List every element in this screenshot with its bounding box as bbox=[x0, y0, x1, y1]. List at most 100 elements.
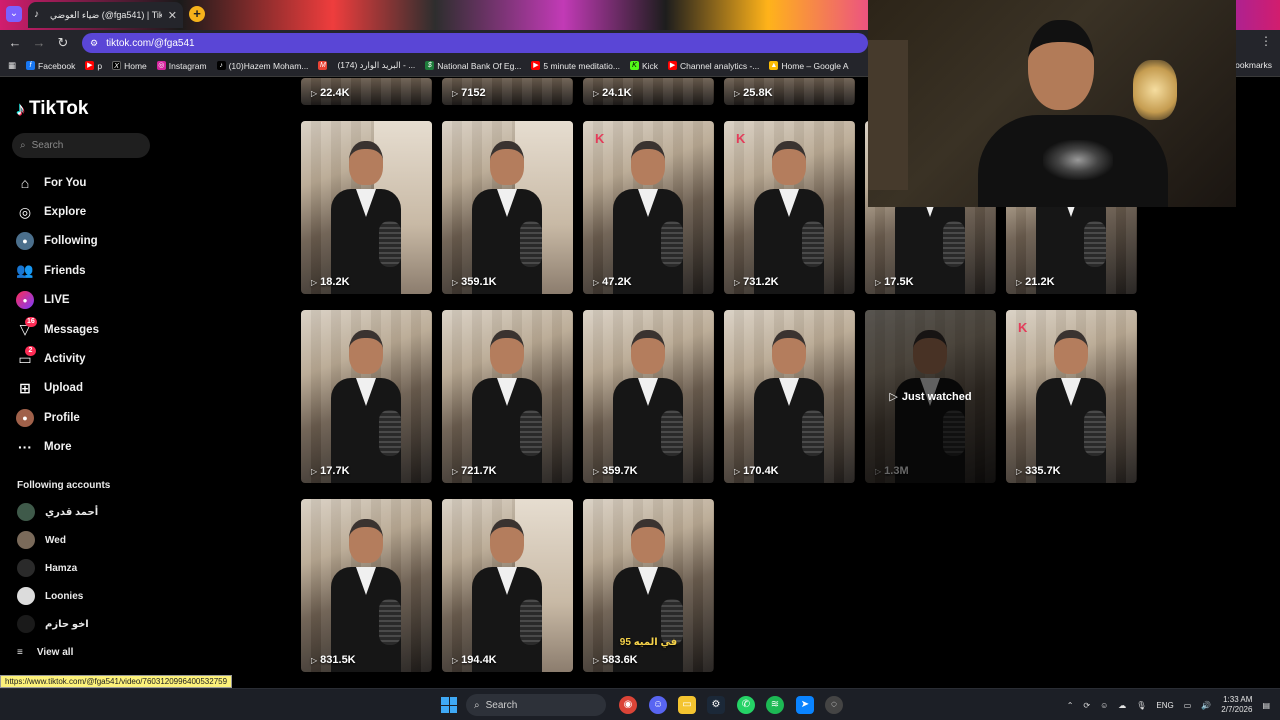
play-icon: ▷ bbox=[452, 655, 459, 665]
clock[interactable]: 1:33 AM 2/7/2026 bbox=[1221, 695, 1252, 715]
video-tile[interactable]: 95 في الميه ▷ 583.6K bbox=[583, 499, 714, 672]
bookmark-tiktok[interactable]: ♪ (10)Hazem Moham... bbox=[216, 61, 308, 71]
bookmark-x-home[interactable]: X Home bbox=[112, 61, 147, 71]
webcam-person-face bbox=[1028, 20, 1094, 110]
nav-upload[interactable]: ⊞ Upload bbox=[16, 374, 99, 403]
browser-menu-icon[interactable]: ⋮ bbox=[1240, 34, 1280, 52]
video-tile[interactable]: ▷ 194.4K bbox=[442, 499, 573, 672]
bookmark-label: Home bbox=[124, 60, 147, 71]
nav-for-you[interactable]: ⌂ For You bbox=[16, 168, 99, 197]
video-tile[interactable]: ▷ 18.2K bbox=[301, 121, 432, 294]
video-tile[interactable]: K ▷ 731.2K bbox=[724, 121, 855, 294]
search-input[interactable]: ⌕ Search bbox=[12, 133, 150, 158]
view-count: ▷ 335.7K bbox=[1016, 465, 1061, 477]
bookmark-google-ads[interactable]: ▲ Home – Google A bbox=[769, 61, 849, 71]
account-name: Loonies bbox=[45, 590, 84, 602]
nav-live[interactable]: ● LIVE bbox=[16, 286, 99, 315]
microphone bbox=[379, 599, 401, 645]
site-info-icon[interactable]: ⚙ bbox=[90, 38, 98, 49]
profile-icon: ● bbox=[16, 408, 34, 427]
network-icon[interactable]: ▭ bbox=[1184, 701, 1192, 710]
volume-icon[interactable]: 🔊 bbox=[1201, 701, 1211, 710]
cloud-icon[interactable]: ☁ bbox=[1118, 701, 1126, 710]
view-count: ▷ 25.8K bbox=[734, 87, 773, 99]
new-tab-button[interactable]: + bbox=[189, 6, 205, 22]
video-tile[interactable]: ▷ 24.1K bbox=[583, 78, 714, 105]
speaker-head bbox=[772, 330, 806, 374]
bookmark-instagram[interactable]: ◎ Instagram bbox=[156, 61, 207, 71]
play-icon: ▷ bbox=[311, 277, 318, 287]
speaker-head bbox=[631, 330, 665, 374]
whatsapp-icon[interactable]: ✆ bbox=[737, 696, 755, 714]
tab-switcher-icon[interactable]: ⌄ bbox=[6, 6, 22, 22]
telegram-icon[interactable]: ➤ bbox=[796, 696, 814, 714]
account-item[interactable]: Loonies bbox=[17, 582, 98, 610]
avatar bbox=[17, 615, 35, 633]
more-icon: ··· bbox=[18, 439, 32, 456]
discord-tray-icon[interactable]: ☺ bbox=[1100, 701, 1108, 710]
account-item[interactable]: أحمد قدري bbox=[17, 498, 98, 526]
reload-button[interactable]: ↻ bbox=[54, 34, 72, 52]
nav-more[interactable]: ··· More bbox=[16, 433, 99, 462]
discord-icon[interactable]: ☺ bbox=[649, 696, 667, 714]
forward-button[interactable]: → bbox=[30, 34, 48, 52]
back-button[interactable]: ← bbox=[6, 34, 24, 52]
tiktok-logo[interactable]: ♪ TikTok bbox=[16, 98, 88, 120]
bookmark-nbe[interactable]: $ National Bank Of Eg... bbox=[425, 61, 521, 71]
bookmark-channel-analytics[interactable]: ▶ Channel analytics -... bbox=[668, 61, 759, 71]
video-tile[interactable]: ▷ 721.7K bbox=[442, 310, 573, 483]
video-tile[interactable]: ▷ 17.7K bbox=[301, 310, 432, 483]
language-indicator[interactable]: ENG bbox=[1156, 701, 1173, 710]
video-tile[interactable]: ▷ 170.4K bbox=[724, 310, 855, 483]
spotify-icon[interactable]: ≋ bbox=[766, 696, 784, 714]
close-tab-icon[interactable]: ✕ bbox=[168, 9, 177, 22]
microphone bbox=[520, 410, 542, 456]
microphone bbox=[661, 410, 683, 456]
nav-label: Friends bbox=[44, 264, 86, 277]
account-item[interactable]: Hamza bbox=[17, 554, 98, 582]
taskbar-search[interactable]: ⌕ Search bbox=[466, 694, 606, 716]
video-tile[interactable]: ▷ 7152 bbox=[442, 78, 573, 105]
video-tile[interactable]: ▷ 359.7K bbox=[583, 310, 714, 483]
view-all-button[interactable]: ≡ View all bbox=[17, 638, 98, 666]
account-item[interactable]: Wed bbox=[17, 526, 98, 554]
video-tile[interactable]: ▷ 25.8K bbox=[724, 78, 855, 105]
view-count-value: 18.2K bbox=[320, 276, 350, 288]
apps-grid-icon[interactable]: ▦ bbox=[8, 60, 16, 71]
obs-icon[interactable]: ◌ bbox=[825, 696, 843, 714]
bookmark-inbox[interactable]: (174) البريد الوارد - ... bbox=[337, 60, 415, 71]
video-tile[interactable]: K ▷ 47.2K bbox=[583, 121, 714, 294]
bookmark-gmail[interactable]: M bbox=[318, 61, 328, 70]
nav-following[interactable]: ● Following bbox=[16, 227, 99, 256]
just-watched-text: Just watched bbox=[901, 390, 972, 403]
active-tab[interactable]: ♪ ضياء العوضي (@fga541) | TikTok ✕ bbox=[28, 2, 183, 28]
nav-activity[interactable]: ▭ 2 Activity bbox=[16, 344, 99, 373]
bookmark-youtube-p[interactable]: ▶ p bbox=[85, 61, 102, 71]
nav-profile[interactable]: ● Profile bbox=[16, 403, 99, 432]
file-explorer-icon[interactable]: ▭ bbox=[678, 696, 696, 714]
clock-time: 1:33 AM bbox=[1223, 695, 1253, 704]
play-icon: ▷ bbox=[452, 277, 459, 287]
chevron-up-icon[interactable]: ⌃ bbox=[1067, 701, 1074, 710]
bookmark-kick[interactable]: K Kick bbox=[629, 61, 658, 71]
chrome-icon[interactable]: ◉ bbox=[619, 696, 637, 714]
nav-explore[interactable]: ◎ Explore bbox=[16, 197, 99, 226]
video-tile[interactable]: K ▷ 335.7K bbox=[1006, 310, 1137, 483]
nav-friends[interactable]: 👥 Friends bbox=[16, 256, 99, 285]
view-count-value: 335.7K bbox=[1025, 465, 1061, 477]
speaker-head bbox=[349, 330, 383, 374]
avatar bbox=[17, 531, 35, 549]
windows-start-icon[interactable] bbox=[441, 697, 457, 713]
video-tile[interactable]: ▷ 831.5K bbox=[301, 499, 432, 672]
video-tile[interactable]: ▷ 359.1K bbox=[442, 121, 573, 294]
microphone-icon[interactable]: 🎙 bbox=[1136, 701, 1146, 710]
video-tile[interactable]: ▷ 22.4K bbox=[301, 78, 432, 105]
steam-icon[interactable]: ⚙ bbox=[707, 696, 725, 714]
account-item[interactable]: اخو حازم bbox=[17, 610, 98, 638]
notifications-icon[interactable]: ▤ bbox=[1262, 701, 1270, 710]
nav-messages[interactable]: ▽ 16 Messages bbox=[16, 315, 99, 344]
bookmark-meditation[interactable]: ▶ 5 minute meditatio... bbox=[531, 61, 620, 71]
address-bar[interactable]: ⚙ tiktok.com/@fga541 bbox=[82, 33, 868, 53]
bookmark-facebook[interactable]: f Facebook bbox=[26, 61, 75, 71]
sync-icon[interactable]: ⟳ bbox=[1083, 701, 1090, 710]
